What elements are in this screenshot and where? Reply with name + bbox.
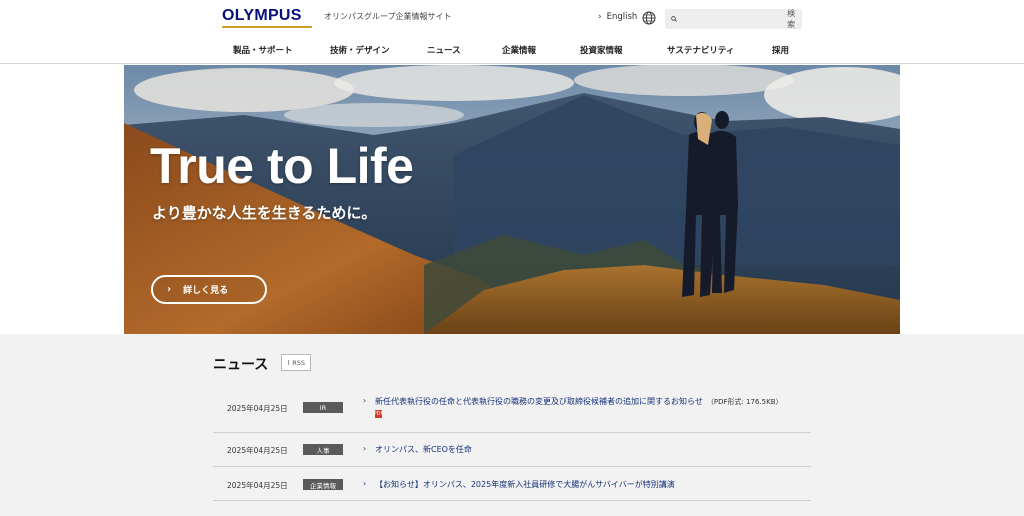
nav-item-company[interactable]: 企業情報 [502, 44, 536, 56]
news-category-badge: 人事 [303, 444, 343, 455]
chevron-right-icon: › [167, 284, 172, 295]
news-date: 2025年04月25日 [227, 446, 288, 455]
chevron-right-icon: › [363, 396, 367, 405]
news-date: 2025年04月25日 [227, 404, 288, 413]
news-title-link[interactable]: 新任代表執行役の任命と代表執行役の職務の変更及び取締役候補者の追加に関するお知ら… [375, 396, 783, 407]
nav-item-technology[interactable]: 技術・デザイン [330, 44, 390, 56]
hero-title: True to Life [150, 138, 414, 194]
nav-item-sustainability[interactable]: サステナビリティ [667, 44, 734, 56]
search-button[interactable]: 検索 [786, 8, 796, 30]
hero-subtitle: より豊かな人生を生きるために。 [152, 204, 377, 222]
chevron-right-icon: › [363, 479, 367, 488]
olympus-logo[interactable]: OLYMPUS [222, 8, 314, 28]
globe-icon[interactable] [642, 11, 656, 25]
news-date: 2025年04月25日 [227, 481, 288, 490]
news-category-badge: 企業情報 [303, 479, 343, 490]
hero-button-label: 詳しく見る [183, 286, 229, 296]
news-row[interactable]: 2025年04月25日 人事 › オリンパス、新CEOを任命 [213, 433, 811, 467]
logo-text: OLYMPUS [222, 7, 302, 24]
hero-banner[interactable]: True to Life より豊かな人生を生きるために。 › 詳しく見る [124, 65, 900, 334]
site-header: OLYMPUS オリンパスグループ企業情報サイト › English 検索 製品… [0, 0, 1024, 64]
search-input[interactable] [677, 10, 787, 28]
news-row[interactable]: 2025年04月25日 IR › 新任代表執行役の任命と代表執行役の職務の変更及… [213, 392, 811, 433]
site-tagline: オリンパスグループ企業情報サイト [324, 12, 452, 21]
rss-icon: ⌇ [287, 358, 291, 367]
nav-item-products[interactable]: 製品・サポート [233, 44, 293, 56]
news-title-link[interactable]: 【お知らせ】オリンパス、2025年度新入社員研修で大腸がんサバイバーが特別講演 [375, 479, 675, 490]
news-section: ニュース ⌇ RSS 2025年04月25日 IR › 新任代表執行役の任命と代… [0, 334, 1024, 516]
news-title-link[interactable]: オリンパス、新CEOを任命 [375, 444, 472, 455]
chevron-right-icon: › [598, 12, 602, 22]
search-box: 検索 [665, 9, 802, 29]
language-link[interactable]: › English [598, 12, 637, 22]
news-category-badge: IR [303, 402, 343, 413]
logo-underline [222, 26, 312, 28]
main-nav: 製品・サポート 技術・デザイン ニュース 企業情報 投資家情報 サステナビリティ… [0, 44, 1024, 58]
language-label: English [606, 12, 638, 22]
news-heading: ニュース [213, 357, 269, 373]
chevron-right-icon: › [363, 444, 367, 453]
hero-details-button[interactable]: › 詳しく見る [151, 275, 267, 304]
rss-label: RSS [292, 358, 305, 367]
nav-item-careers[interactable]: 採用 [772, 44, 789, 56]
nav-item-investors[interactable]: 投資家情報 [580, 44, 623, 56]
news-file-note: （PDF形式: 176.5KB） [706, 398, 783, 406]
rss-button[interactable]: ⌇ RSS [281, 354, 311, 371]
pdf-icon: PDF [373, 410, 384, 418]
news-row[interactable]: 2025年04月25日 企業情報 › 【お知らせ】オリンパス、2025年度新入社… [213, 467, 811, 501]
nav-item-news[interactable]: ニュース [427, 44, 461, 56]
